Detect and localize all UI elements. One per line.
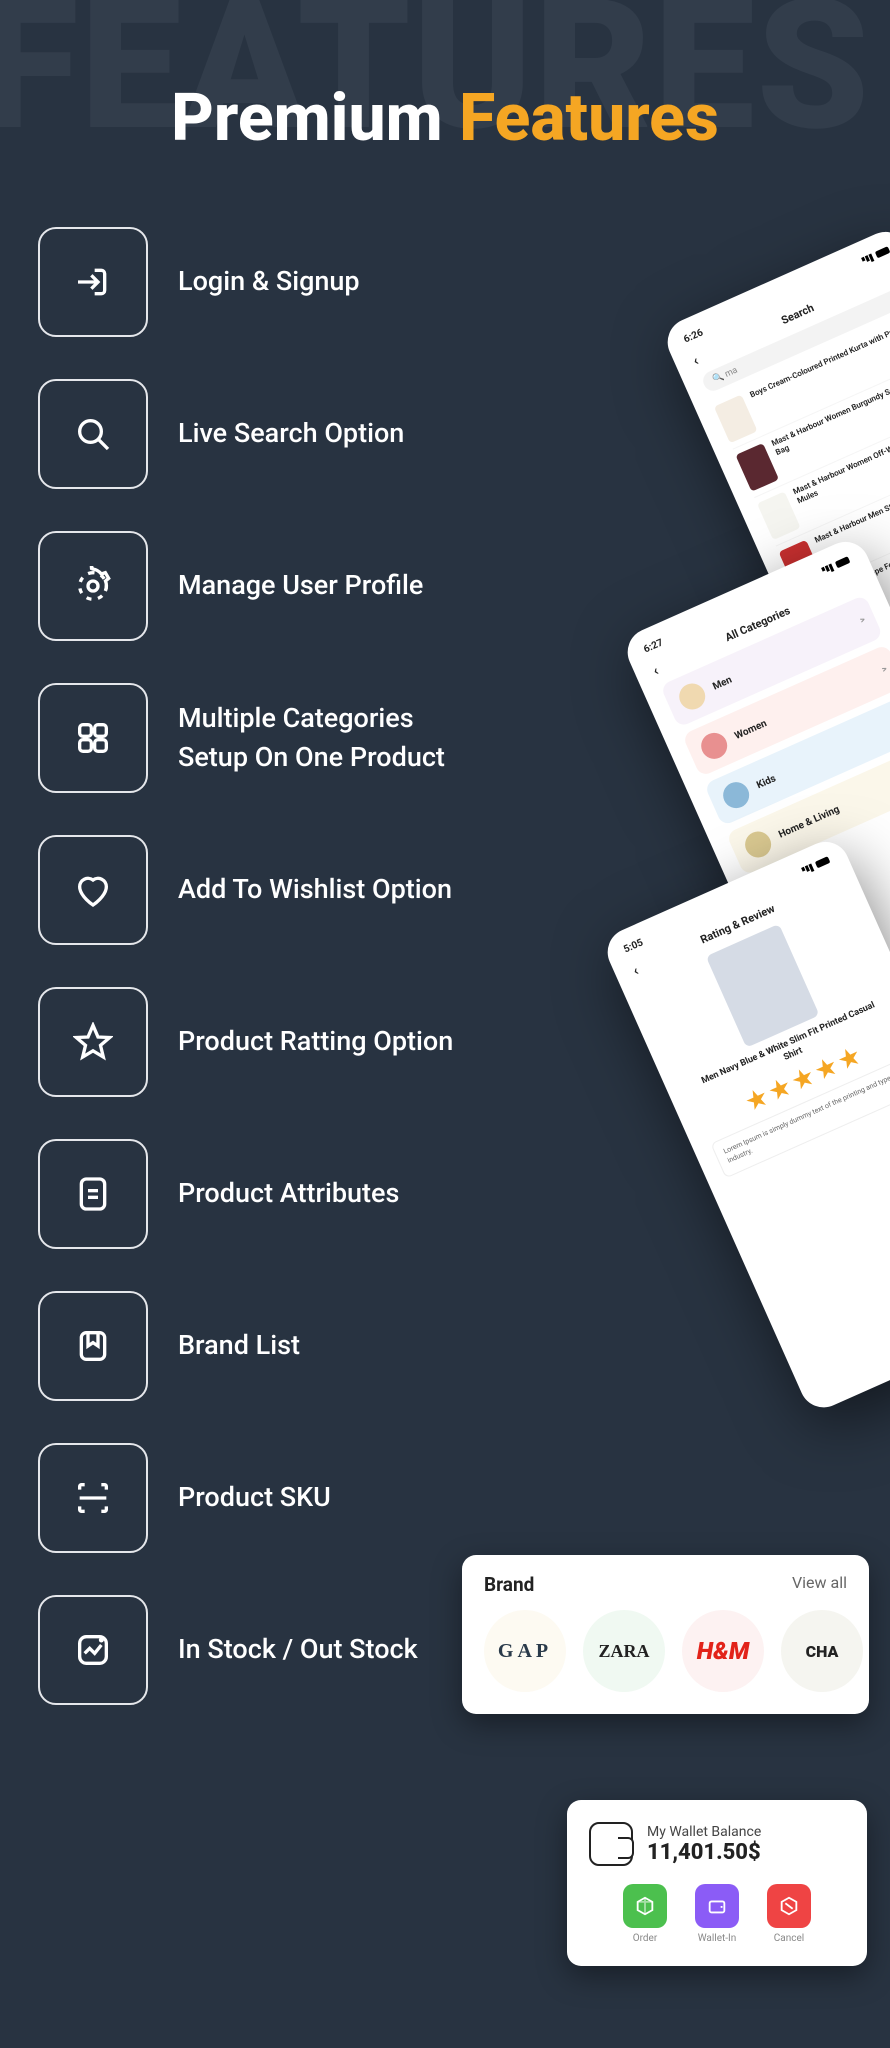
heart-icon xyxy=(38,835,148,945)
stock-icon xyxy=(38,1595,148,1705)
brand-card: Brand View all GAP ZARA H&M CHA xyxy=(462,1555,869,1714)
feature-list: Login & Signup Live Search Option Manage… xyxy=(0,157,470,1705)
wallet-amount: 11,401.50$ xyxy=(647,1840,761,1865)
grid-icon xyxy=(38,683,148,793)
feature-sku: Product SKU xyxy=(38,1443,470,1553)
review-product-image xyxy=(706,924,820,1048)
brand-logo: GAP xyxy=(484,1610,566,1692)
feature-label: In Stock / Out Stock xyxy=(178,1630,418,1669)
bookmark-icon xyxy=(38,1291,148,1401)
wallet-icon xyxy=(589,1822,633,1866)
feature-label: Live Search Option xyxy=(178,414,404,453)
title-part1: Premium xyxy=(171,80,459,157)
feature-attributes: Product Attributes xyxy=(38,1139,470,1249)
feature-label: Brand List xyxy=(178,1326,300,1365)
brand-viewall: View all xyxy=(792,1573,847,1596)
document-icon xyxy=(38,1139,148,1249)
login-icon xyxy=(38,227,148,337)
wallet-card: My Wallet Balance 11,401.50$ Order Walle… xyxy=(567,1800,867,1966)
feature-label: Product Attributes xyxy=(178,1174,399,1213)
feature-stock: In Stock / Out Stock xyxy=(38,1595,470,1705)
brand-logo: CHA xyxy=(781,1610,863,1692)
page-title: Premium Features xyxy=(0,0,890,157)
feature-categories: Multiple Categories Setup On One Product xyxy=(38,683,470,793)
feature-label: Login & Signup xyxy=(178,262,360,301)
feature-label: Add To Wishlist Option xyxy=(178,870,452,909)
search-icon xyxy=(38,379,148,489)
brand-title: Brand xyxy=(484,1573,534,1596)
gear-icon xyxy=(38,531,148,641)
feature-login: Login & Signup xyxy=(38,227,470,337)
feature-label: Product Ratting Option xyxy=(178,1022,453,1061)
wallet-action-walletin: Wallet-In xyxy=(695,1884,739,1944)
wallet-action-cancel: Cancel xyxy=(767,1884,811,1944)
brand-logo: H&M xyxy=(682,1610,764,1692)
star-icon xyxy=(38,987,148,1097)
feature-label: Manage User Profile xyxy=(178,566,423,605)
mockup-time: 6:26 xyxy=(682,327,705,345)
feature-profile: Manage User Profile xyxy=(38,531,470,641)
mockup-time: 5:05 xyxy=(622,937,645,955)
feature-label: Product SKU xyxy=(178,1478,331,1517)
mockup-time: 6:27 xyxy=(642,637,665,655)
feature-search: Live Search Option xyxy=(38,379,470,489)
brand-logo: ZARA xyxy=(583,1610,665,1692)
feature-rating: Product Ratting Option xyxy=(38,987,470,1097)
mockup-review: 5:05 Rating & Review Men Navy Blue & Whi… xyxy=(600,834,890,1415)
feature-label: Multiple Categories Setup On One Product xyxy=(178,699,470,777)
sku-icon xyxy=(38,1443,148,1553)
wallet-label: My Wallet Balance xyxy=(647,1824,761,1840)
title-part2: Features xyxy=(459,80,719,157)
feature-wishlist: Add To Wishlist Option xyxy=(38,835,470,945)
wallet-action-order: Order xyxy=(623,1884,667,1944)
feature-brand: Brand List xyxy=(38,1291,470,1401)
